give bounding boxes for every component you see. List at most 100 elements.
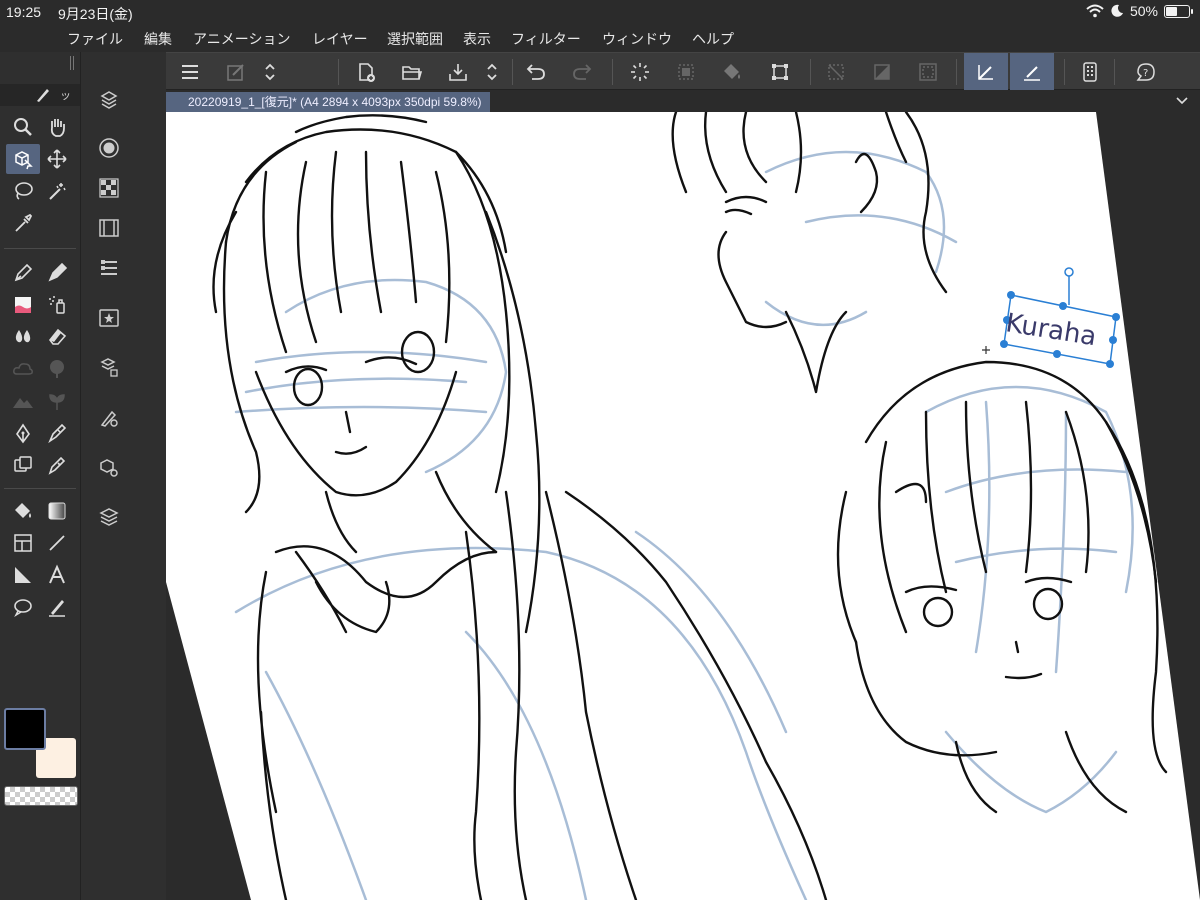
balloon-tool-icon[interactable] — [6, 592, 40, 622]
mountain-decoration-icon[interactable] — [6, 386, 40, 416]
status-bar: 19:25 9月23日(金) 50% — [0, 0, 1200, 24]
up-down-icon[interactable] — [256, 58, 284, 86]
menu-file[interactable]: ファイル — [67, 29, 123, 49]
menu-icon[interactable] — [176, 58, 204, 86]
pen-tool-icon[interactable] — [6, 258, 40, 288]
quick-access-icon[interactable] — [222, 58, 250, 86]
layer-search-icon[interactable] — [95, 354, 123, 382]
subtool-tab[interactable]: ッ — [0, 84, 80, 106]
tool-divider — [4, 488, 76, 489]
menu-window[interactable]: ウィンドウ — [602, 29, 672, 49]
deselect-icon[interactable] — [822, 58, 850, 86]
zoom-tool-icon[interactable] — [6, 112, 40, 142]
figure-layer-icon[interactable] — [6, 450, 40, 480]
menu-edit[interactable]: 編集 — [144, 29, 172, 49]
color-set-icon[interactable] — [95, 174, 123, 202]
pencil-tool-icon[interactable] — [40, 258, 74, 288]
brush-tool-icon[interactable] — [6, 290, 40, 320]
ruler-tool-icon[interactable] — [6, 560, 40, 590]
tool-panel: ッ — [0, 52, 80, 900]
menu-view[interactable]: 表示 — [463, 29, 491, 49]
marker-pen-icon[interactable] — [40, 450, 74, 480]
tab-glyph: ッ — [60, 90, 71, 102]
lasso-tool-icon[interactable] — [6, 176, 40, 206]
battery-percent: 50% — [1129, 3, 1158, 19]
palette-bar — [80, 52, 166, 900]
blend-tool-icon[interactable] — [6, 322, 40, 352]
selection-border-icon[interactable] — [914, 58, 942, 86]
navigator-icon[interactable] — [95, 404, 123, 432]
toolbar-separator — [1064, 59, 1065, 85]
menu-animation[interactable]: アニメーション — [193, 29, 290, 49]
transparent-color-swatch[interactable] — [4, 786, 78, 806]
new-canvas-icon[interactable] — [352, 58, 380, 86]
toolbar-separator — [810, 59, 811, 85]
status-right: 50% — [1086, 3, 1193, 19]
snap-ruler-icon[interactable] — [964, 53, 1008, 90]
invert-selection-icon[interactable] — [868, 58, 896, 86]
device-settings-icon[interactable] — [1076, 58, 1104, 86]
layer-property-icon[interactable] — [95, 254, 123, 282]
chevron-down-icon[interactable] — [1174, 92, 1190, 108]
fountain-pen-icon[interactable] — [40, 418, 74, 448]
menu-filter[interactable]: フィルター — [511, 29, 581, 49]
tool-property-icon[interactable] — [95, 454, 123, 482]
layers-icon[interactable] — [95, 502, 123, 530]
save-up-down-icon[interactable] — [478, 58, 506, 86]
canvas-page — [166, 112, 1200, 900]
tool-divider — [4, 248, 76, 249]
save-icon[interactable] — [444, 58, 472, 86]
color-wheel-icon[interactable] — [95, 134, 123, 162]
eraser-tool-icon[interactable] — [40, 322, 74, 352]
main-color-swatch[interactable] — [4, 708, 46, 750]
moon-icon — [1111, 4, 1123, 17]
toolbar-separator — [956, 59, 957, 85]
cloud-decoration-icon[interactable] — [6, 354, 40, 384]
hand-tool-icon[interactable] — [40, 112, 74, 142]
clear-outside-icon[interactable] — [672, 58, 700, 86]
toolbar-separator — [612, 59, 613, 85]
gradient-tool-icon[interactable] — [40, 496, 74, 526]
command-bar: ? — [166, 52, 1200, 90]
document-tab-title: 20220919_1_[復元]* (A4 2894 x 4093px 350dp… — [188, 95, 482, 109]
magic-wand-icon[interactable] — [40, 176, 74, 206]
open-folder-icon[interactable] — [398, 58, 426, 86]
canvas-area[interactable]: Kuraha — [166, 112, 1200, 900]
object-tool-icon[interactable] — [6, 144, 40, 174]
battery-icon — [1164, 4, 1193, 18]
correct-line-icon[interactable] — [40, 592, 74, 622]
material-icon[interactable] — [95, 304, 123, 332]
airbrush-tool-icon[interactable] — [40, 290, 74, 320]
eyedropper-icon[interactable] — [6, 208, 40, 238]
line-tool-icon[interactable] — [40, 528, 74, 558]
frame-border-icon[interactable] — [6, 528, 40, 558]
vector-pen-icon[interactable] — [6, 418, 40, 448]
toolbar-separator — [512, 59, 513, 85]
fill-bucket-icon[interactable] — [6, 496, 40, 526]
toolbar-separator — [338, 59, 339, 85]
wifi-icon — [1086, 4, 1104, 18]
document-tab[interactable]: 20220919_1_[復元]* (A4 2894 x 4093px 350dp… — [166, 92, 490, 112]
menu-bar: ファイル 編集 アニメーション レイヤー 選択範囲 表示 フィルター ウィンドウ… — [0, 24, 1200, 52]
pen-tab-icon — [37, 89, 49, 102]
svg-text:?: ? — [1143, 68, 1148, 79]
fill-icon[interactable] — [718, 58, 746, 86]
sub-tool-icon[interactable] — [95, 86, 123, 114]
menu-layer[interactable]: レイヤー — [312, 29, 368, 49]
transform-icon[interactable] — [766, 58, 794, 86]
leaf-decoration-icon[interactable] — [40, 386, 74, 416]
clear-icon[interactable] — [626, 58, 654, 86]
timeline-icon[interactable] — [95, 214, 123, 242]
text-tool-icon[interactable] — [40, 560, 74, 590]
panel-grip[interactable] — [70, 56, 74, 70]
snap-special-ruler-icon[interactable] — [1010, 53, 1054, 90]
redo-icon[interactable] — [568, 58, 596, 86]
menu-help[interactable]: ヘルプ — [692, 29, 734, 49]
menu-selection[interactable]: 選択範囲 — [387, 29, 443, 49]
help-icon[interactable]: ? — [1132, 58, 1160, 86]
undo-icon[interactable] — [522, 58, 550, 86]
status-date: 9月23日(金) — [58, 6, 133, 22]
tree-decoration-icon[interactable] — [40, 354, 74, 384]
canvas-artwork[interactable]: Kuraha — [166, 112, 1200, 900]
move-tool-icon[interactable] — [40, 144, 74, 174]
